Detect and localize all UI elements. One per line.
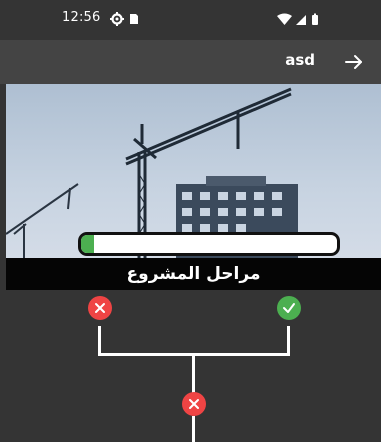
connector-bottom <box>192 416 195 442</box>
connector-right <box>287 326 290 356</box>
check-icon <box>283 303 295 313</box>
arrow-right-icon <box>345 55 362 69</box>
forward-button[interactable] <box>341 50 367 74</box>
sd-card-icon <box>130 14 138 24</box>
close-icon <box>95 303 105 313</box>
battery-icon <box>312 15 318 25</box>
status-bar: 12:56 <box>0 0 381 40</box>
connector-left <box>98 326 101 356</box>
cell-signal-icon <box>296 15 306 25</box>
settings-icon <box>110 12 124 26</box>
close-icon <box>189 399 199 409</box>
section-title: مراحل المشروع <box>6 258 381 290</box>
app-title: asd <box>285 51 315 69</box>
project-progress-bar <box>78 232 340 256</box>
stage-node-approved[interactable] <box>277 296 301 320</box>
progress-fill <box>81 235 94 253</box>
status-left-icons <box>110 11 144 31</box>
stage-node-rejected[interactable] <box>182 392 206 416</box>
wifi-icon <box>277 13 292 25</box>
app-bar: asd <box>0 40 381 84</box>
stages-diagram <box>0 290 381 442</box>
connector-center <box>192 353 195 393</box>
stage-node-rejected[interactable] <box>88 296 112 320</box>
status-time: 12:56 <box>62 10 101 25</box>
status-right-icons <box>277 12 323 31</box>
